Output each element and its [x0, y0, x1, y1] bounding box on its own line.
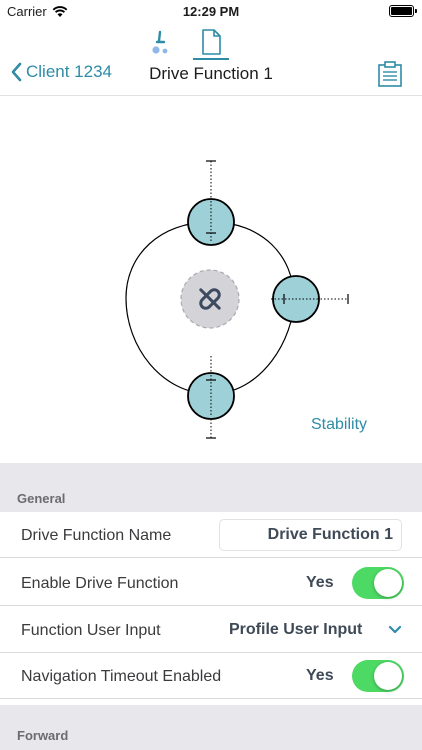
status-time: 12:29 PM: [182, 4, 240, 19]
row-drive-function-name: Drive Function Name: [0, 512, 422, 558]
enable-drive-function-label: Enable Drive Function: [21, 575, 179, 592]
navigation-timeout-enabled-label: Navigation Timeout Enabled: [21, 668, 222, 685]
navigation-timeout-enabled-toggle[interactable]: [352, 660, 404, 692]
toggle-knob: [374, 662, 402, 690]
page-title: Drive Function 1: [149, 64, 273, 83]
function-user-input-label: Function User Input: [21, 622, 161, 639]
row-function-user-input: Function User Input Profile User Input: [0, 607, 422, 653]
status-bar: Carrier 12:29 PM: [0, 0, 422, 24]
tab-wheelchair[interactable]: [142, 26, 178, 58]
center-of-gravity-marker[interactable]: [180, 269, 240, 329]
stability-link[interactable]: Stability: [311, 416, 367, 434]
toggle-knob: [374, 569, 402, 597]
section-header-general: General: [0, 463, 422, 512]
drive-function-diagram: [125, 160, 349, 439]
tab-document[interactable]: [193, 26, 229, 60]
navigation-timeout-enabled-value: Yes: [306, 667, 334, 684]
document-icon: [202, 29, 221, 55]
drive-function-name-label: Drive Function Name: [21, 527, 172, 544]
row-enable-drive-function: Enable Drive Function Yes: [0, 560, 422, 606]
battery-icon: [389, 5, 417, 17]
wheel-top[interactable]: [187, 160, 235, 246]
wheel-right[interactable]: [271, 275, 349, 323]
mode-tabs: [0, 26, 422, 60]
clipboard-button[interactable]: [376, 60, 404, 88]
chevron-down-icon[interactable]: [388, 620, 402, 640]
wheelchair-icon: [152, 30, 168, 54]
enable-drive-function-toggle[interactable]: [352, 567, 404, 599]
function-user-input-value[interactable]: Profile User Input: [229, 621, 362, 639]
section-title-general: General: [17, 491, 66, 506]
enable-drive-function-value: Yes: [306, 574, 334, 591]
drive-function-name-input[interactable]: [219, 519, 402, 551]
clipboard-icon: [378, 61, 402, 87]
section-header-forward: Forward: [0, 705, 422, 750]
navigation-bar: Client 1234 Drive Function 1: [0, 56, 422, 96]
row-navigation-timeout-enabled: Navigation Timeout Enabled Yes: [0, 653, 422, 699]
wheel-bottom[interactable]: [187, 356, 235, 439]
section-title-forward: Forward: [17, 728, 69, 743]
